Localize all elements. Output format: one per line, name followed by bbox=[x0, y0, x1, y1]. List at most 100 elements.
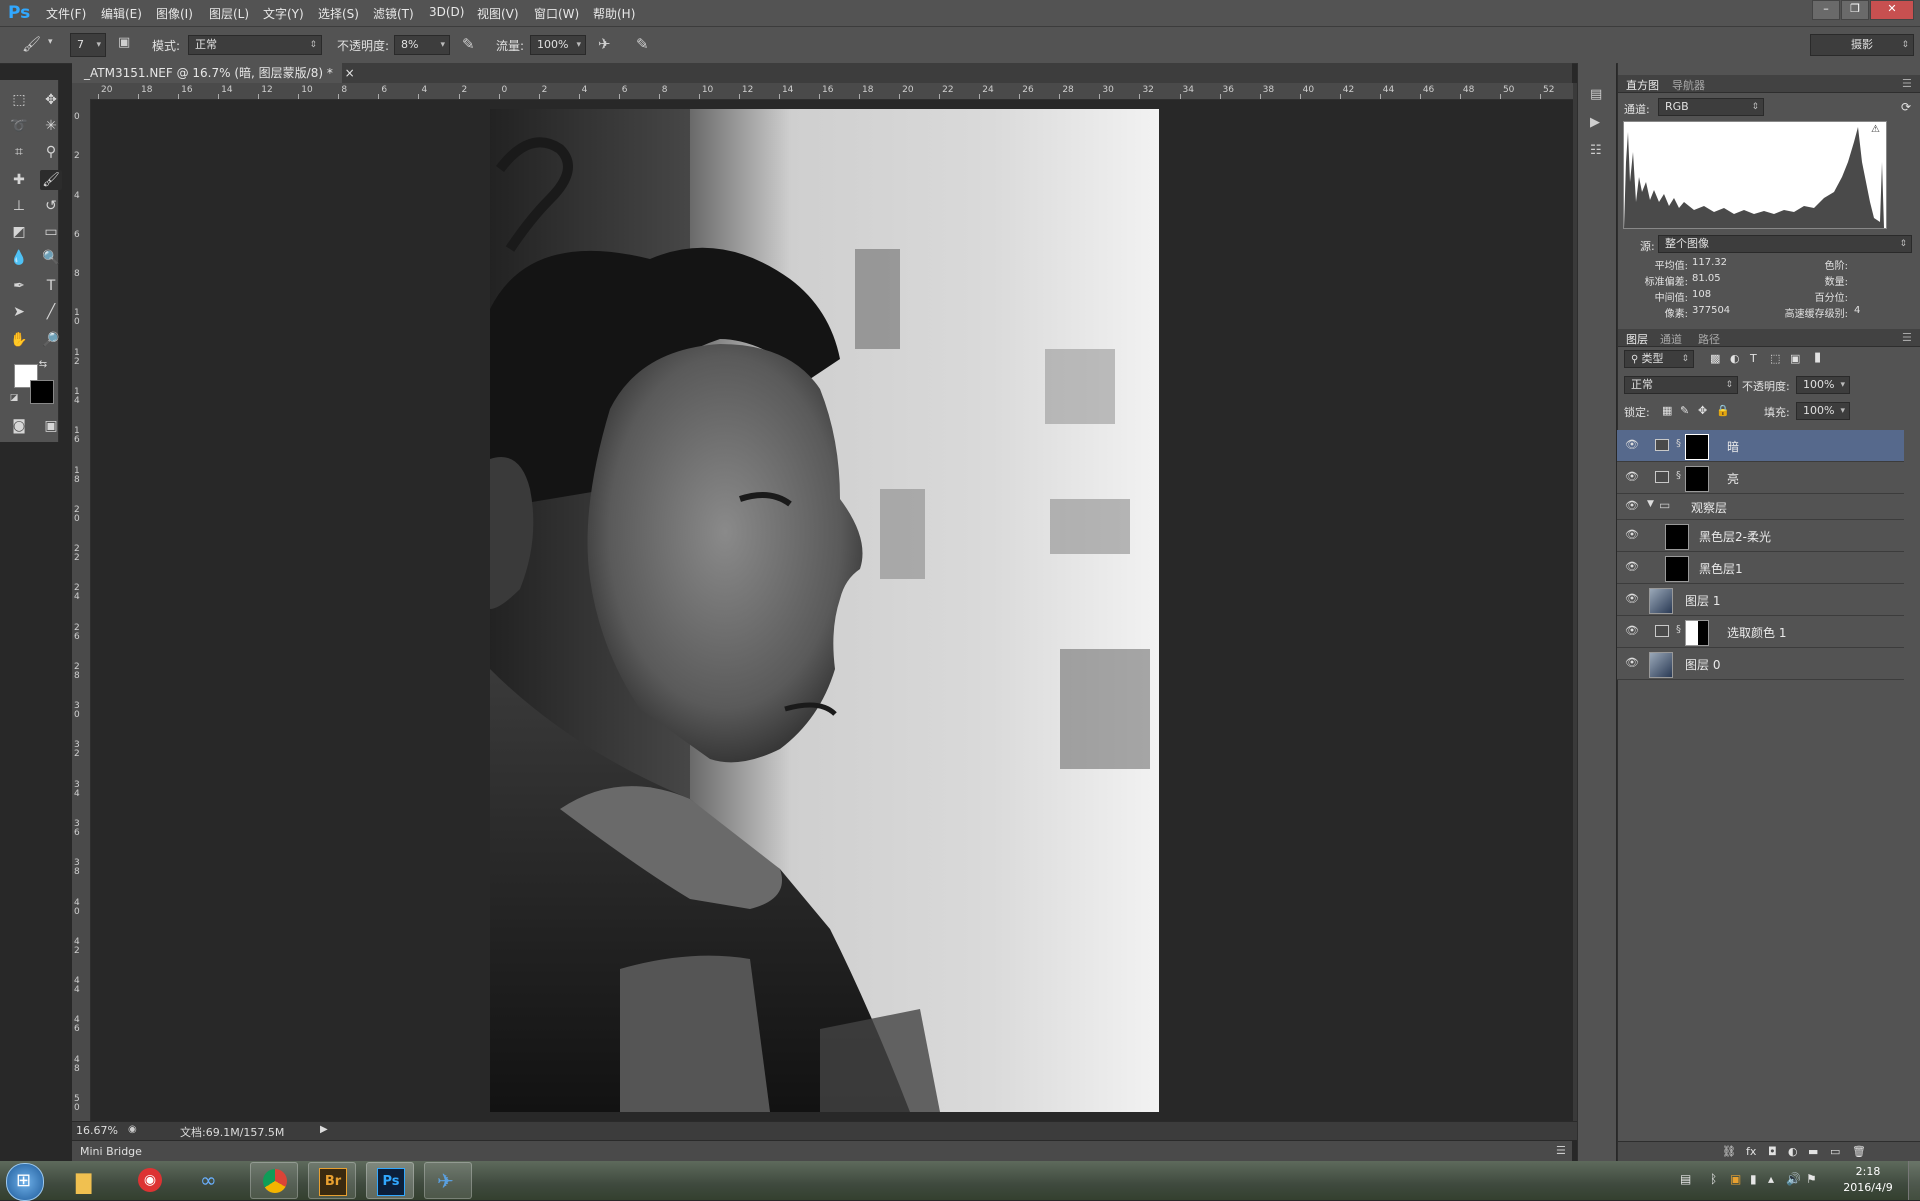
menu-3d[interactable]: 3D(D) bbox=[429, 5, 464, 19]
tray-volume-icon[interactable]: 🔊 bbox=[1786, 1172, 1801, 1186]
eyedropper-icon[interactable]: ⚲ bbox=[40, 142, 62, 162]
tab-close-icon[interactable]: × bbox=[345, 66, 355, 80]
start-button[interactable]: ⊞ bbox=[6, 1163, 44, 1201]
crop-tool-icon[interactable]: ⌗ bbox=[8, 142, 30, 162]
layer-row[interactable]: 👁 图层 0 bbox=[1617, 648, 1904, 680]
layer-name[interactable]: 亮 bbox=[1727, 470, 1739, 487]
mini-bridge-tab[interactable]: Mini Bridge bbox=[80, 1145, 142, 1158]
layer-row[interactable]: 👁 § 亮 bbox=[1617, 462, 1904, 494]
menu-select[interactable]: 选择(S) bbox=[318, 5, 359, 22]
fill-field[interactable]: 100% ▾ bbox=[1796, 402, 1850, 420]
new-group-icon[interactable]: ▬ bbox=[1808, 1145, 1818, 1158]
link-icon[interactable]: § bbox=[1676, 624, 1682, 638]
link-layers-icon[interactable]: ⛓ bbox=[1722, 1145, 1736, 1158]
layer-mask-thumbnail[interactable] bbox=[1685, 620, 1709, 646]
layer-name[interactable]: 暗 bbox=[1727, 438, 1739, 455]
filter-type-icon[interactable]: T bbox=[1750, 352, 1757, 365]
pressure-size-icon[interactable]: ✎ bbox=[636, 35, 649, 53]
link-icon[interactable]: § bbox=[1676, 438, 1682, 452]
lock-image-icon[interactable]: ✎ bbox=[1680, 404, 1689, 417]
blend-mode-dropdown[interactable]: 正常 ⇕ bbox=[1624, 376, 1738, 394]
status-info-icon[interactable]: ◉ bbox=[128, 1124, 137, 1135]
clone-stamp-icon[interactable]: ⊥ bbox=[8, 196, 30, 216]
quick-mask-icon[interactable]: ◙ bbox=[8, 416, 30, 436]
close-button[interactable]: ✕ bbox=[1870, 0, 1914, 20]
pressure-opacity-icon[interactable]: ✎ bbox=[462, 35, 475, 53]
screen-mode-icon[interactable]: ▣ bbox=[40, 416, 62, 436]
background-color-swatch[interactable] bbox=[30, 380, 54, 404]
actions-panel-icon[interactable]: ▶ bbox=[1590, 115, 1600, 130]
minimize-button[interactable]: – bbox=[1812, 0, 1840, 20]
add-mask-icon[interactable]: ◘ bbox=[1768, 1145, 1777, 1158]
vertical-ruler[interactable]: 0 2 4 6 8 10 12 14 16 18 20 22 24 26 28 30 32 34 36 38 40 42 4… bbox=[72, 99, 91, 1121]
blur-tool-icon[interactable]: 💧 bbox=[8, 248, 30, 268]
panel-menu-icon[interactable]: ☰ bbox=[1902, 77, 1912, 90]
opacity-field[interactable]: 8% ▾ bbox=[394, 35, 450, 55]
eraser-icon[interactable]: ◩ bbox=[8, 222, 30, 242]
group-name[interactable]: 观察层 bbox=[1691, 499, 1727, 516]
brush-panel-toggle-icon[interactable]: ▣ bbox=[118, 35, 130, 50]
workspace-dropdown[interactable]: 摄影 ⇕ bbox=[1810, 34, 1914, 56]
delete-layer-icon[interactable]: 🗑 bbox=[1852, 1145, 1866, 1158]
layer-name[interactable]: 图层 1 bbox=[1685, 592, 1720, 609]
default-colors-icon[interactable]: ◪ bbox=[8, 392, 20, 404]
lasso-tool-icon[interactable]: ➰ bbox=[8, 116, 30, 136]
filter-smart-object-icon[interactable]: ▣ bbox=[1790, 352, 1800, 365]
layer-row[interactable]: 👁 黑色层1 bbox=[1617, 552, 1904, 584]
taskbar-app-infinity[interactable]: ∞ bbox=[188, 1162, 236, 1199]
document-image[interactable] bbox=[490, 109, 1159, 1112]
restore-button[interactable]: ❐ bbox=[1841, 0, 1869, 20]
layer-row[interactable]: 👁 § 暗 bbox=[1617, 430, 1904, 462]
menu-layer[interactable]: 图层(L) bbox=[209, 5, 249, 22]
menu-filter[interactable]: 滤镜(T) bbox=[373, 5, 414, 22]
channel-dropdown[interactable]: RGB ⇕ bbox=[1658, 98, 1764, 116]
panel-menu-icon[interactable]: ☰ bbox=[1902, 331, 1912, 344]
layer-opacity-field[interactable]: 100% ▾ bbox=[1796, 376, 1850, 394]
tab-layers[interactable]: 图层 bbox=[1626, 331, 1648, 347]
history-brush-icon[interactable]: ↺ bbox=[40, 196, 62, 216]
tray-bluetooth-icon[interactable]: ᛒ bbox=[1710, 1172, 1717, 1186]
tray-flag-icon[interactable]: ⚑ bbox=[1806, 1172, 1817, 1186]
eye-icon[interactable]: 👁 bbox=[1625, 593, 1639, 605]
taskbar-chrome[interactable] bbox=[250, 1162, 298, 1199]
layer-row[interactable]: 👁 图层 1 bbox=[1617, 584, 1904, 616]
marquee-tool-icon[interactable]: ⬚ bbox=[8, 90, 30, 110]
ruler-origin[interactable] bbox=[72, 83, 91, 99]
layer-name[interactable]: 选取颜色 1 bbox=[1727, 624, 1786, 641]
magic-wand-icon[interactable]: ✳ bbox=[40, 116, 62, 136]
filter-adjustment-icon[interactable]: ◐ bbox=[1730, 352, 1740, 365]
line-tool-icon[interactable]: ╱ bbox=[40, 302, 62, 322]
brush-tool-preset-icon[interactable]: 🖌 bbox=[22, 35, 41, 53]
taskbar-app[interactable]: ✈ bbox=[424, 1162, 472, 1199]
menu-window[interactable]: 窗口(W) bbox=[534, 5, 579, 22]
layer-row[interactable]: 👁 黑色层2-柔光 bbox=[1617, 520, 1904, 552]
zoom-level[interactable]: 16.67% bbox=[76, 1124, 118, 1137]
tab-navigator[interactable]: 导航器 bbox=[1672, 77, 1705, 93]
brush-size-picker[interactable]: 7 ▾ bbox=[70, 33, 106, 57]
layer-filter-dropdown[interactable]: ⚲ 类型 ⇕ bbox=[1624, 350, 1694, 368]
tab-histogram[interactable]: 直方图 bbox=[1626, 77, 1659, 93]
move-tool-icon[interactable]: ✥ bbox=[40, 90, 62, 110]
eye-icon[interactable]: 👁 bbox=[1625, 561, 1639, 573]
properties-panel-icon[interactable]: ☷ bbox=[1590, 143, 1602, 158]
document-tab[interactable]: _ATM3151.NEF @ 16.7% (暗, 图层蒙版/8) * × bbox=[72, 63, 355, 83]
tab-channels[interactable]: 通道 bbox=[1660, 331, 1682, 347]
expand-triangle-icon[interactable]: ▼ bbox=[1647, 499, 1654, 509]
type-tool-icon[interactable]: T bbox=[40, 276, 62, 296]
healing-brush-icon[interactable]: ✚ bbox=[8, 170, 30, 190]
eye-icon[interactable]: 👁 bbox=[1625, 529, 1639, 541]
layer-style-icon[interactable]: fx bbox=[1746, 1145, 1756, 1158]
menu-edit[interactable]: 编辑(E) bbox=[101, 5, 142, 22]
taskbar-photoshop[interactable]: Ps bbox=[366, 1162, 414, 1199]
dodge-tool-icon[interactable]: 🔍 bbox=[40, 248, 62, 268]
airbrush-icon[interactable]: ✈ bbox=[598, 35, 611, 53]
tray-signal-icon[interactable]: ▴ bbox=[1768, 1172, 1774, 1186]
path-selection-icon[interactable]: ➤ bbox=[8, 302, 30, 322]
eye-icon[interactable]: 👁 bbox=[1625, 471, 1639, 483]
taskbar-bridge[interactable]: Br bbox=[308, 1162, 356, 1199]
pen-tool-icon[interactable]: ✒ bbox=[8, 276, 30, 296]
clock-time[interactable]: 2:18 bbox=[1838, 1165, 1898, 1178]
filter-shape-icon[interactable]: ⬚ bbox=[1770, 352, 1780, 365]
layer-name[interactable]: 图层 0 bbox=[1685, 656, 1720, 673]
layer-mask-thumbnail[interactable] bbox=[1685, 434, 1709, 460]
